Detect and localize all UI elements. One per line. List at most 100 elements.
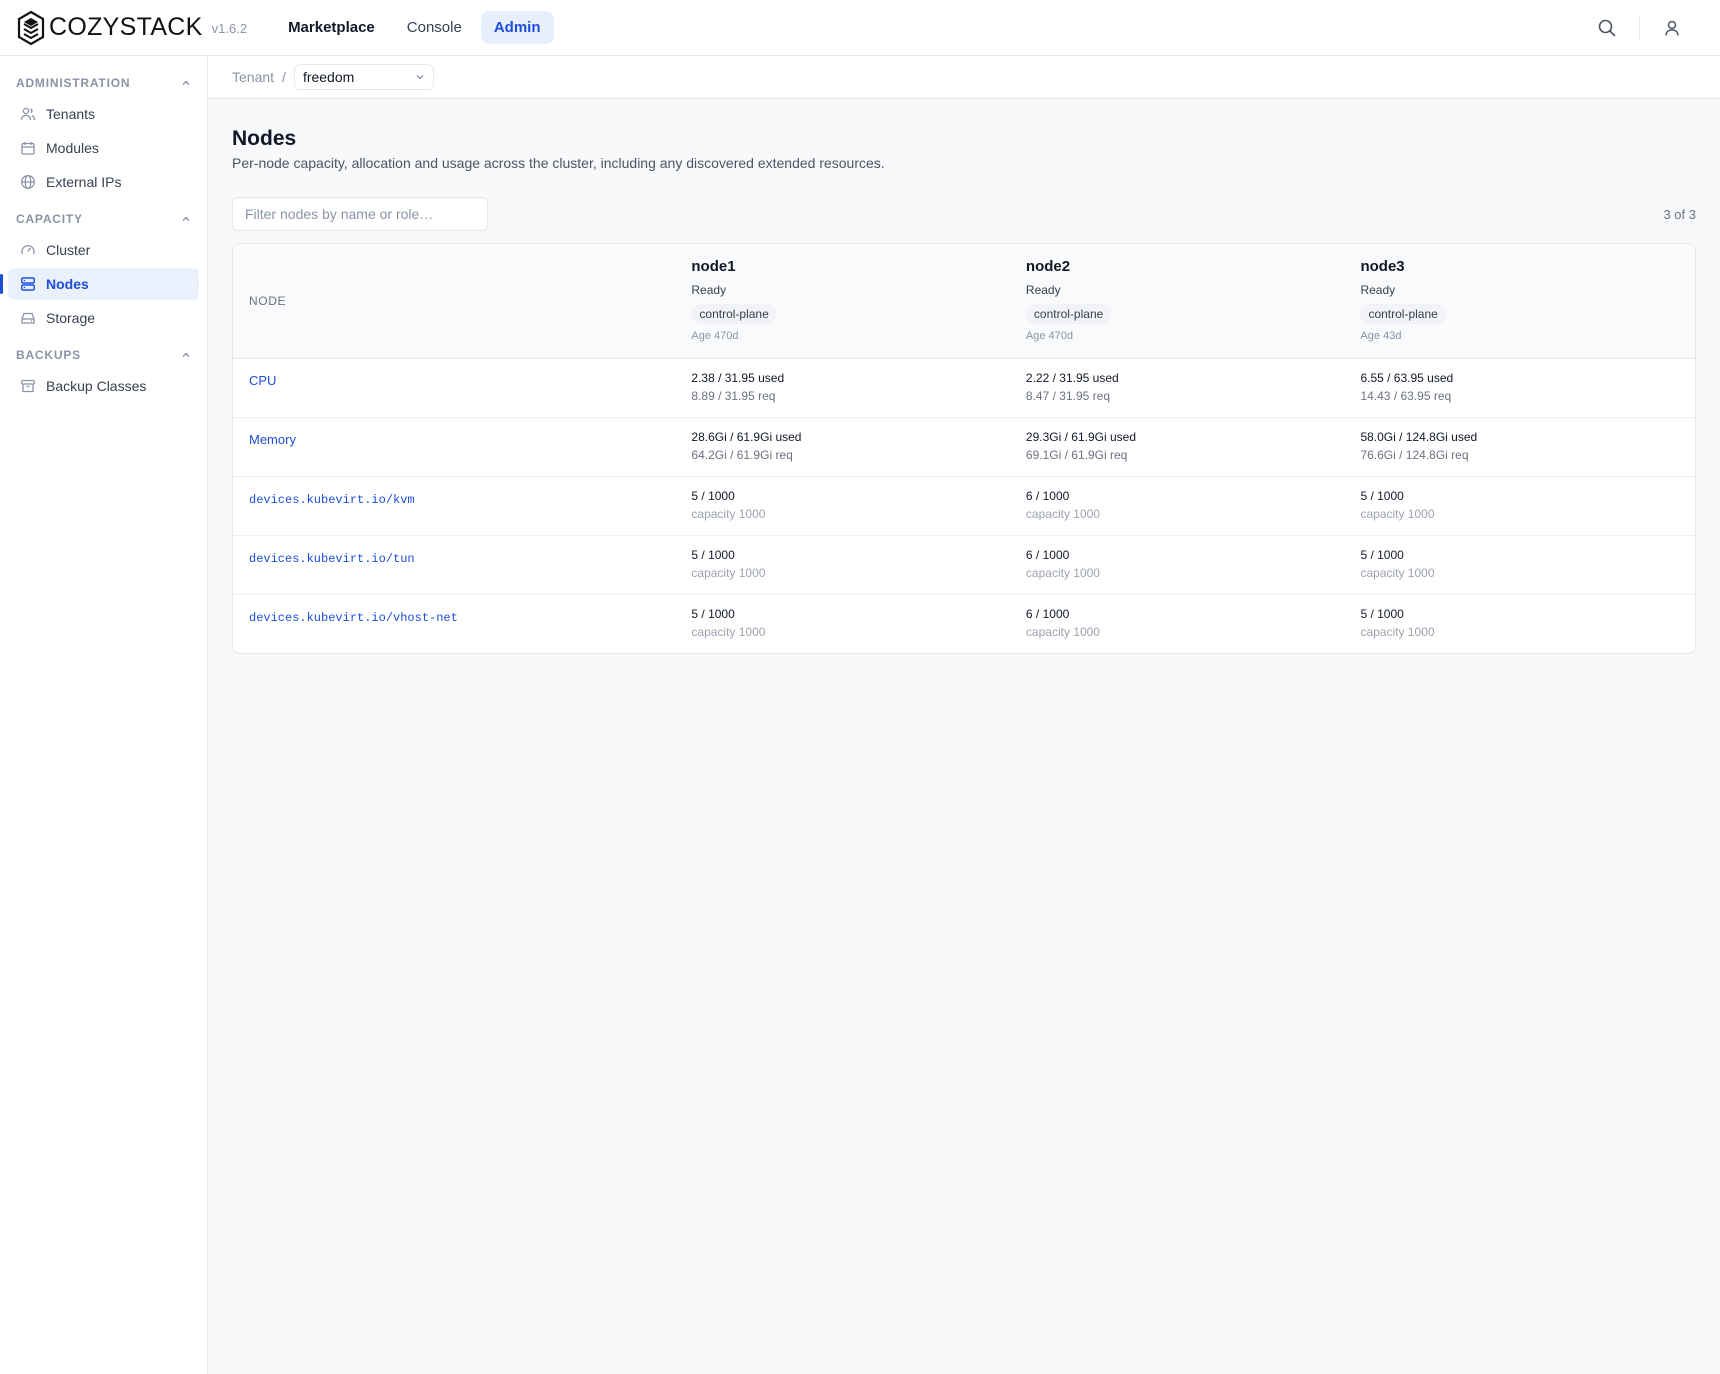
chevron-up-icon bbox=[182, 352, 190, 357]
capacity-value: capacity 1000 bbox=[1360, 566, 1435, 580]
resource-link[interactable]: Memory bbox=[249, 432, 296, 447]
filter-nodes-input[interactable] bbox=[232, 197, 488, 231]
request-value: 8.89 / 31.95 req bbox=[691, 389, 776, 403]
usage-value: 2.22 / 31.95 used bbox=[1025, 371, 1119, 385]
resource-link[interactable]: devices.kubevirt.io/tun bbox=[249, 552, 415, 566]
logo[interactable]: COZYSTACK v1.6.2 bbox=[16, 10, 247, 46]
page-title: Nodes bbox=[232, 127, 297, 150]
user-icon[interactable] bbox=[1660, 16, 1684, 40]
globe-icon bbox=[20, 174, 36, 190]
sidebar-item-backup-classes[interactable]: Backup Classes bbox=[8, 370, 199, 402]
nodes-table: NODE node1 Ready control-plane Age 470d … bbox=[232, 243, 1696, 654]
sidebar-item-label: Storage bbox=[46, 310, 96, 326]
chevron-up-icon bbox=[182, 216, 190, 221]
request-value: 69.1Gi / 61.9Gi req bbox=[1025, 448, 1128, 462]
nav-console[interactable]: Console bbox=[394, 11, 475, 44]
capacity-value: capacity 1000 bbox=[691, 507, 766, 521]
node-name[interactable]: node2 bbox=[1026, 258, 1361, 275]
sidebar-item-storage[interactable]: Storage bbox=[8, 302, 199, 334]
sidebar-item-label: Nodes bbox=[46, 276, 89, 292]
capacity-value: capacity 1000 bbox=[691, 566, 766, 580]
sidebar-item-label: Tenants bbox=[46, 106, 96, 122]
usage-value: 5 / 1000 bbox=[691, 489, 735, 503]
capacity-value: capacity 1000 bbox=[1360, 507, 1435, 521]
nav-marketplace[interactable]: Marketplace bbox=[275, 11, 388, 44]
request-value: 14.43 / 63.95 req bbox=[1360, 389, 1452, 403]
section-backups[interactable]: BACKUPS bbox=[0, 344, 207, 366]
sidebar-item-external-ips[interactable]: External IPs bbox=[8, 166, 199, 198]
chevron-down-icon bbox=[416, 75, 424, 80]
resource-link[interactable]: CPU bbox=[249, 373, 276, 388]
usage-value: 29.3Gi / 61.9Gi used bbox=[1025, 430, 1136, 444]
result-count: 3 of 3 bbox=[1663, 207, 1696, 222]
usage-value: 6 / 1000 bbox=[1025, 489, 1070, 503]
sidebar-item-label: Backup Classes bbox=[46, 378, 147, 394]
node-header: node3 Ready control-plane Age 43d bbox=[1360, 244, 1695, 358]
cozystack-logo-icon bbox=[17, 10, 45, 45]
header-divider bbox=[1639, 17, 1640, 39]
usage-value: 5 / 1000 bbox=[691, 548, 735, 562]
usage-value: 5 / 1000 bbox=[1360, 548, 1404, 562]
section-administration[interactable]: ADMINISTRATION bbox=[0, 72, 207, 94]
table-row: CPU 2.38 / 31.95 used 8.89 / 31.95 req 2.… bbox=[233, 359, 1695, 418]
usage-value: 28.6Gi / 61.9Gi used bbox=[691, 430, 802, 444]
table-row: devices.kubevirt.io/tun 5 / 1000 capacity… bbox=[233, 536, 1695, 595]
table-row: devices.kubevirt.io/kvm 5 / 1000 capacity… bbox=[233, 477, 1695, 536]
calendar-icon bbox=[20, 140, 36, 156]
node-name[interactable]: node3 bbox=[1360, 258, 1695, 275]
resource-link[interactable]: devices.kubevirt.io/vhost-net bbox=[249, 611, 458, 625]
node-name[interactable]: node1 bbox=[691, 258, 1026, 275]
usage-value: 2.38 / 31.95 used bbox=[691, 371, 785, 385]
request-value: 64.2Gi / 61.9Gi req bbox=[691, 448, 793, 462]
top-actions bbox=[1595, 0, 1684, 56]
resource-link[interactable]: devices.kubevirt.io/kvm bbox=[249, 493, 415, 507]
top-bar: COZYSTACK v1.6.2 Marketplace Console Adm… bbox=[0, 0, 1720, 56]
section-title: BACKUPS bbox=[16, 348, 81, 362]
section-title: ADMINISTRATION bbox=[16, 76, 131, 90]
usage-value: 5 / 1000 bbox=[1360, 607, 1404, 621]
sidebar-item-cluster[interactable]: Cluster bbox=[8, 234, 199, 266]
chevron-up-icon bbox=[182, 80, 190, 85]
sidebar-item-tenants[interactable]: Tenants bbox=[8, 98, 199, 130]
sidebar-item-label: Cluster bbox=[46, 242, 91, 258]
table-header: NODE node1 Ready control-plane Age 470d … bbox=[233, 244, 1695, 359]
archive-icon bbox=[20, 378, 36, 394]
search-icon[interactable] bbox=[1595, 16, 1619, 40]
usage-value: 6 / 1000 bbox=[1025, 607, 1070, 621]
request-value: 8.47 / 31.95 req bbox=[1025, 389, 1110, 403]
users-icon bbox=[20, 106, 36, 122]
capacity-value: capacity 1000 bbox=[1025, 507, 1100, 521]
breadcrumb-separator: / bbox=[282, 69, 286, 85]
role-badge: control-plane bbox=[691, 304, 777, 324]
table-row: devices.kubevirt.io/vhost-net 5 / 1000 ca… bbox=[233, 595, 1695, 653]
node-status: Ready bbox=[691, 283, 727, 297]
role-badge: control-plane bbox=[1360, 304, 1446, 324]
nav-admin[interactable]: Admin bbox=[480, 11, 554, 44]
breadcrumb-tenant[interactable]: Tenant bbox=[232, 69, 274, 85]
page-subtitle: Per-node capacity, allocation and usage … bbox=[232, 155, 885, 171]
capacity-value: capacity 1000 bbox=[1025, 566, 1100, 580]
usage-value: 6.55 / 63.95 used bbox=[1360, 371, 1454, 385]
node-column-header: NODE bbox=[249, 294, 287, 308]
node-age: Age 470d bbox=[691, 330, 739, 342]
capacity-value: capacity 1000 bbox=[1360, 625, 1435, 639]
node-status: Ready bbox=[1025, 283, 1061, 297]
version-label: v1.6.2 bbox=[211, 21, 248, 36]
server-icon bbox=[20, 276, 36, 292]
sidebar-item-nodes[interactable]: Nodes bbox=[0, 268, 199, 300]
sidebar: ADMINISTRATION Tenants Modules External … bbox=[0, 56, 208, 1374]
section-title: CAPACITY bbox=[16, 212, 83, 226]
node-status: Ready bbox=[1360, 283, 1396, 297]
node-age: Age 470d bbox=[1025, 330, 1074, 342]
sidebar-item-modules[interactable]: Modules bbox=[8, 132, 199, 164]
sidebar-item-label: Modules bbox=[46, 140, 99, 156]
node-header: node1 Ready control-plane Age 470d bbox=[691, 244, 1026, 358]
sidebar-item-label: External IPs bbox=[46, 174, 122, 190]
gauge-icon bbox=[20, 242, 36, 258]
section-capacity[interactable]: CAPACITY bbox=[0, 208, 207, 230]
role-badge: control-plane bbox=[1025, 304, 1112, 324]
usage-value: 5 / 1000 bbox=[1360, 489, 1404, 503]
tenant-select[interactable]: freedom bbox=[293, 64, 434, 90]
capacity-value: capacity 1000 bbox=[691, 625, 766, 639]
tenant-select-value: freedom bbox=[302, 69, 355, 85]
